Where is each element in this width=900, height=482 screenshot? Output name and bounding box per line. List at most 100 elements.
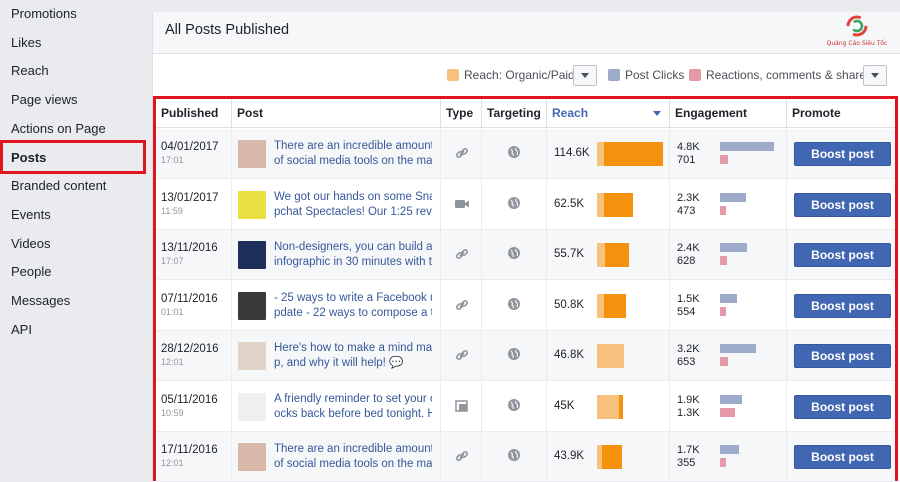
publish-date: 28/12/2016 <box>161 343 219 355</box>
published-cell: 13/01/2017 11:59 <box>156 179 232 230</box>
sidebar-item-branded-content[interactable]: Branded content <box>0 172 152 200</box>
paid-reach-bar <box>619 394 623 419</box>
col-published[interactable]: Published <box>156 99 232 128</box>
type-cell <box>441 129 482 179</box>
sidebar-item-posts[interactable]: Posts <box>0 144 152 172</box>
post-link[interactable]: Non-designers, you can build an infograph… <box>274 240 432 270</box>
post-thumbnail[interactable] <box>238 291 266 320</box>
post-link[interactable]: Here's how to make a mind ma p, and why i… <box>274 341 432 371</box>
targeting-cell <box>482 432 547 482</box>
publish-date: 13/01/2017 <box>161 191 219 204</box>
post-thumbnail[interactable] <box>238 392 266 421</box>
reach-value: 62.5K <box>554 197 585 210</box>
reach-cell: 45K <box>547 381 670 432</box>
publish-time: 17:07 <box>161 256 184 266</box>
sidebar-item-events[interactable]: Events <box>0 201 152 229</box>
reactions-value: 628 <box>677 255 696 267</box>
sidebar-item-reach[interactable]: Reach <box>0 57 152 85</box>
organic-reach-bar <box>597 192 604 217</box>
published-cell: 07/11/2016 01:01 <box>156 280 232 331</box>
col-reach[interactable]: Reach <box>547 99 670 128</box>
boost-post-button[interactable]: Boost post <box>794 243 891 267</box>
page-title: All Posts Published <box>165 22 290 38</box>
post-text-line2: pdate - 22 ways to compose a t <box>274 306 432 319</box>
publish-time: 11:59 <box>161 205 183 216</box>
col-engagement[interactable]: Engagement <box>670 99 787 128</box>
reach-cell: 50.8K <box>547 280 670 331</box>
sidebar-item-likes[interactable]: Likes <box>0 29 152 57</box>
type-cell <box>441 179 482 230</box>
type-cell <box>441 432 482 482</box>
post-text-line2: pchat Spectacles! Our 1:25 revie <box>274 205 432 218</box>
reactions-bar <box>720 205 726 215</box>
reach-dropdown-button[interactable] <box>573 65 597 86</box>
reach-value: 46.8K <box>554 349 585 361</box>
reach-cell: 62.5K <box>547 179 670 230</box>
targeting-cell <box>482 179 547 230</box>
reactions-value: 1.3K <box>677 406 700 419</box>
link-icon <box>453 296 471 314</box>
legend-reactions-label: Reactions, comments & shares <box>706 68 873 82</box>
post-text-line2: infographic in 30 minutes with th <box>274 256 432 268</box>
col-type[interactable]: Type <box>441 99 482 128</box>
boost-post-button[interactable]: Boost post <box>794 293 891 318</box>
boost-post-button[interactable]: Boost post <box>794 394 891 419</box>
col-promote[interactable]: Promote <box>787 99 895 128</box>
boost-post-button[interactable]: Boost post <box>794 344 891 368</box>
post-thumbnail[interactable] <box>238 342 266 370</box>
reach-value: 114.6K <box>554 147 590 159</box>
sidebar-item-people[interactable]: People <box>0 258 152 286</box>
posts-table: Published Post Type Targeting Reach Enga… <box>153 96 898 482</box>
post-cell: Non-designers, you can build an infograph… <box>232 230 441 280</box>
col-post[interactable]: Post <box>232 99 441 128</box>
promote-cell: Boost post <box>787 432 895 482</box>
promote-cell: Boost post <box>787 331 895 381</box>
sidebar-item-videos[interactable]: Videos <box>0 230 152 258</box>
reach-value: 55.7K <box>554 248 585 260</box>
organic-reach-bar <box>597 243 605 267</box>
post-link[interactable]: A friendly reminder to set your cl ocks b… <box>274 392 432 422</box>
sidebar-item-page-views[interactable]: Page views <box>0 86 152 114</box>
post-thumbnail[interactable] <box>238 241 266 269</box>
sidebar-item-actions-on-page[interactable]: Actions on Page <box>0 115 152 143</box>
link-icon <box>453 144 471 162</box>
post-link[interactable]: We got our hands on some Sna pchat Specta… <box>274 190 432 220</box>
boost-post-button[interactable]: Boost post <box>794 192 891 217</box>
post-thumbnail[interactable] <box>238 140 266 168</box>
post-clicks-value: 1.5K <box>677 292 700 305</box>
sidebar-item-api[interactable]: API <box>0 316 152 344</box>
paid-reach-bar <box>604 192 633 217</box>
engagement-dropdown-button[interactable] <box>863 65 887 86</box>
post-thumbnail[interactable] <box>238 190 266 219</box>
post-clicks-bar <box>720 243 747 252</box>
post-link[interactable]: There are an incredible amount of social … <box>274 442 432 472</box>
post-clicks-value: 4.8K <box>677 141 700 153</box>
publish-date: 04/01/2017 <box>161 141 219 153</box>
globe-icon <box>507 297 521 311</box>
publish-time: 12:01 <box>161 357 184 367</box>
targeting-cell <box>482 381 547 432</box>
post-cell: We got our hands on some Sna pchat Specta… <box>232 179 441 230</box>
boost-post-button[interactable]: Boost post <box>794 445 891 469</box>
post-link[interactable]: There are an incredible amount of social … <box>274 139 432 169</box>
published-cell: 04/01/2017 17:01 <box>156 129 232 179</box>
post-clicks-bar <box>720 445 739 454</box>
published-cell: 17/11/2016 12:01 <box>156 432 232 482</box>
targeting-cell <box>482 129 547 179</box>
post-text-line2: p, and why it will help! 💬 <box>274 357 404 369</box>
table-row: 13/01/2017 11:59 We got our hands on some … <box>156 179 895 230</box>
type-cell <box>441 381 482 432</box>
boost-post-button[interactable]: Boost post <box>794 142 891 166</box>
engagement-cell: 2.4K 628 <box>670 230 787 280</box>
reach-cell: 46.8K <box>547 331 670 381</box>
post-link[interactable]: - 25 ways to write a Facebook u pdate - 2… <box>274 291 432 321</box>
col-targeting[interactable]: Targeting <box>482 99 547 128</box>
carousel-icon <box>453 397 471 415</box>
sidebar-item-messages[interactable]: Messages <box>0 287 152 315</box>
sidebar-item-promotions[interactable]: Promotions <box>0 0 152 28</box>
engagement-cell: 1.9K 1.3K <box>670 381 787 432</box>
engagement-cell: 1.5K 554 <box>670 280 787 331</box>
brand-logo: Quảng Cáo Siêu Tốc <box>817 14 897 54</box>
post-thumbnail[interactable] <box>238 443 266 471</box>
published-cell: 13/11/2016 17:07 <box>156 230 232 280</box>
